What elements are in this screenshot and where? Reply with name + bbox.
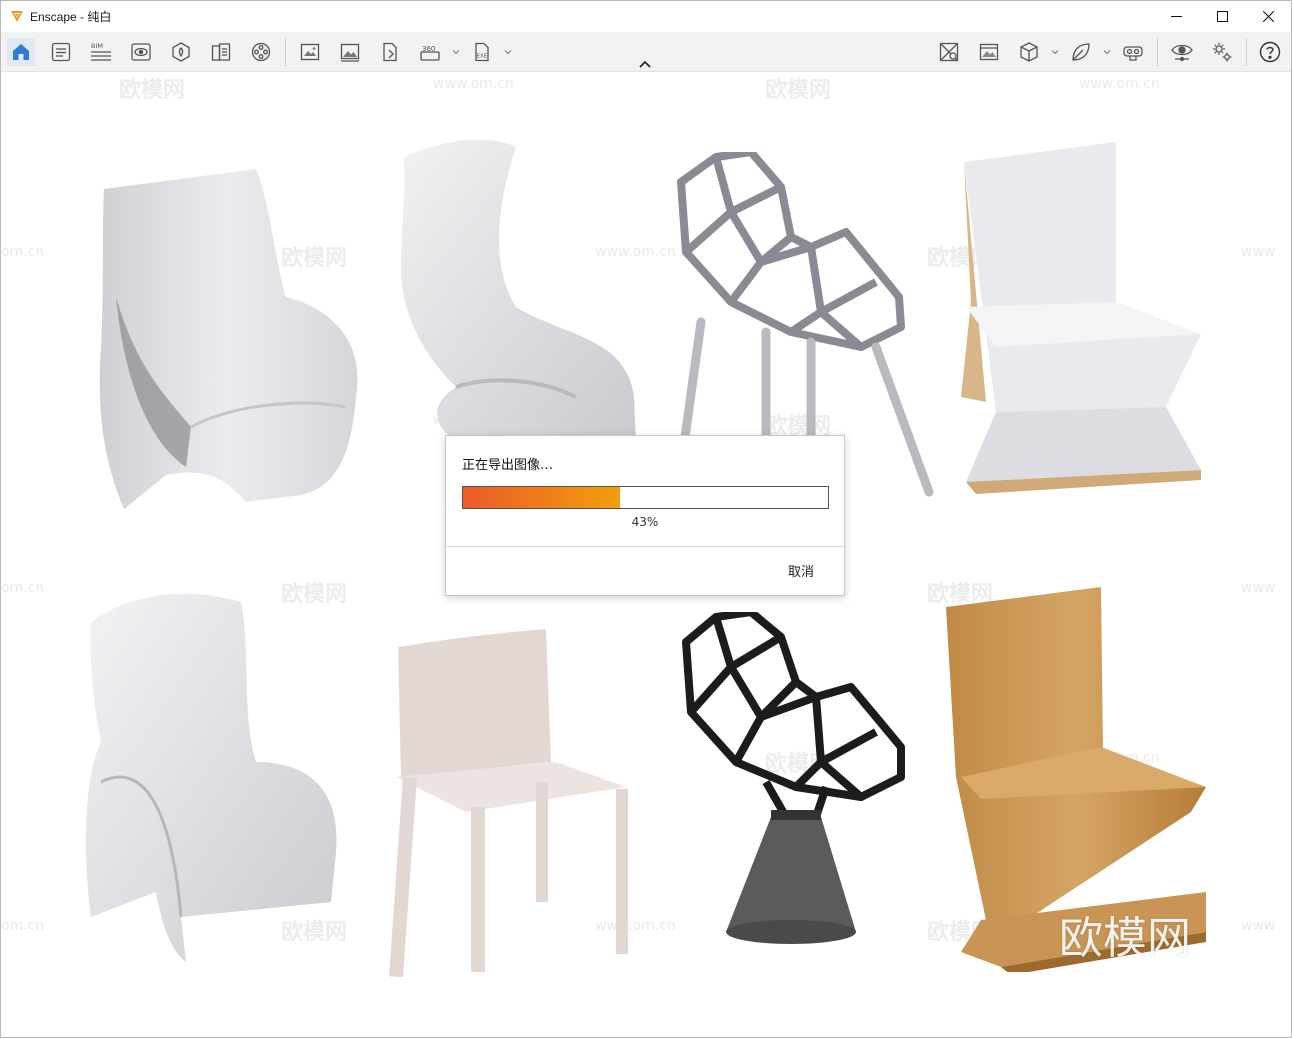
- render-icon: [383, 42, 397, 62]
- cube-icon: [1020, 42, 1038, 62]
- home-button[interactable]: [7, 38, 35, 66]
- help-button[interactable]: [1256, 38, 1284, 66]
- panorama-360-icon: 360: [420, 45, 440, 61]
- material-editor-button[interactable]: [935, 38, 963, 66]
- assets-icon: [172, 42, 190, 62]
- watermark: 欧模网: [119, 78, 186, 103]
- white-cantilever-chair: [401, 139, 636, 442]
- white-zig-zag-chair: [961, 142, 1201, 494]
- settings-icon: [1213, 43, 1232, 62]
- watermark-url: www: [1241, 918, 1276, 934]
- chevron-down-icon[interactable]: [1051, 48, 1059, 56]
- chevron-down-icon[interactable]: [504, 48, 512, 56]
- enscape-window: Enscape - 纯白 BIM 360 EXE 欧模网 www.om.cn 欧…: [0, 0, 1292, 1038]
- title-bar[interactable]: Enscape - 纯白: [1, 1, 1291, 31]
- leaf-icon: [1072, 43, 1090, 61]
- maximize-icon: [1216, 10, 1228, 22]
- black-geometric-chair: [682, 612, 905, 944]
- eye-icon: [1171, 44, 1193, 62]
- bim-button[interactable]: BIM: [87, 38, 115, 66]
- library-button[interactable]: [207, 38, 235, 66]
- watermark-url: om.cn: [1, 244, 45, 260]
- dialog-title: 正在导出图像…: [462, 458, 554, 473]
- image-settings-button[interactable]: [975, 38, 1003, 66]
- maximize-button[interactable]: [1199, 1, 1245, 31]
- panorama-button[interactable]: 360: [416, 38, 444, 66]
- watermark-url: www.om.cn: [433, 76, 514, 92]
- minimize-icon: [1170, 15, 1182, 17]
- image-export-button[interactable]: [336, 38, 364, 66]
- exe-export-icon: EXE: [475, 42, 489, 62]
- chevron-down-icon[interactable]: [452, 48, 460, 56]
- watermark: 欧模网: [765, 78, 832, 103]
- watermark-url: www: [1241, 244, 1276, 260]
- watermark-url: om.cn: [1, 918, 45, 934]
- white-sculpted-chair: [99, 169, 358, 509]
- library-icon: [211, 43, 231, 61]
- material-icon: [939, 42, 959, 62]
- visual-settings-icon: [131, 43, 151, 61]
- assets-button[interactable]: [167, 38, 195, 66]
- bim-icon: BIM: [91, 42, 111, 61]
- vr-icon: [1123, 46, 1143, 61]
- exe-label: EXE: [477, 54, 488, 60]
- watermark-url: om.cn: [1, 580, 45, 596]
- render-viewport[interactable]: 欧模网 www.om.cn 欧模网 www.om.cn om.cn 欧模网 ww…: [1, 72, 1291, 1037]
- video-editor-button[interactable]: [247, 38, 275, 66]
- views-list-icon: [51, 42, 71, 62]
- screenshot-icon: [300, 43, 320, 61]
- home-icon: [13, 44, 29, 60]
- cancel-button[interactable]: 取消: [788, 561, 814, 580]
- vegetation-button[interactable]: [1067, 38, 1095, 66]
- watermark-logo: 欧模网: [1059, 913, 1191, 964]
- export-progress-dialog: 正在导出图像… 43% 取消: [445, 435, 845, 596]
- help-icon: [1259, 41, 1281, 63]
- image-export-icon: [340, 43, 360, 62]
- vr-button[interactable]: [1119, 38, 1147, 66]
- white-organic-chair: [85, 593, 337, 962]
- visual-settings-button[interactable]: [127, 38, 155, 66]
- close-button[interactable]: [1245, 1, 1291, 31]
- chevron-down-icon[interactable]: [1103, 48, 1111, 56]
- close-icon: [1262, 10, 1274, 22]
- beige-stacking-chair: [389, 629, 628, 977]
- view-mode-button[interactable]: [1015, 38, 1043, 66]
- views-button[interactable]: [47, 38, 75, 66]
- minimize-button[interactable]: [1153, 1, 1199, 31]
- preview-button[interactable]: [1168, 38, 1196, 66]
- exe-export-button[interactable]: EXE: [468, 38, 496, 66]
- watermark-url: www.om.cn: [1079, 76, 1160, 92]
- video-icon: [251, 42, 271, 62]
- toolbar-separator: [285, 38, 286, 66]
- progress-bar: [462, 486, 829, 509]
- window-title: Enscape - 纯白: [30, 9, 112, 24]
- settings-button[interactable]: [1208, 38, 1236, 66]
- collapse-toolbar-chevron-icon[interactable]: [638, 59, 652, 69]
- enscape-logo-icon: [11, 11, 23, 22]
- progress-fill: [463, 487, 620, 508]
- screenshot-button[interactable]: [296, 38, 324, 66]
- dialog-divider: [446, 546, 844, 547]
- render-button[interactable]: [376, 38, 404, 66]
- image-settings-icon: [979, 43, 999, 61]
- progress-percent-label: 43%: [631, 515, 659, 529]
- toolbar-separator: [1246, 38, 1247, 66]
- watermark-url: www: [1241, 580, 1276, 596]
- toolbar-separator: [1157, 38, 1158, 66]
- bim-label: BIM: [91, 42, 103, 50]
